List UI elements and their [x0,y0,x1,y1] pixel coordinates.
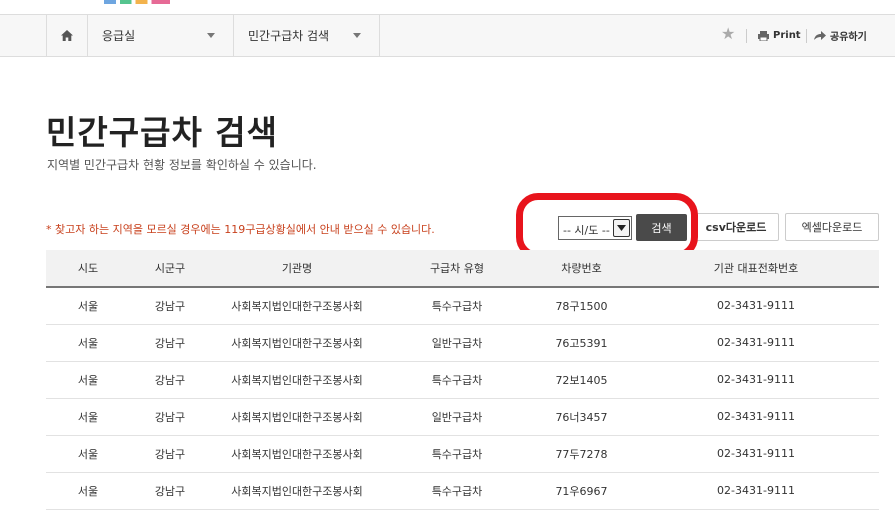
cell-district: 강남구 [154,299,186,313]
location-navbar: 응급실 민간구급차 검색 ★ Print 공유하기 [0,14,895,57]
cell-ambulance-type: 특수구급차 [431,447,483,461]
search-notice: * 찾고자 하는 지역을 모르실 경우에는 119구급상황실에서 안내 받으실 … [46,223,435,236]
chevron-down-icon [353,33,361,38]
ambulance-table: 시도 시군구 기관명 구급차 유형 차량번호 기관 대표전화번호 서울 강남구 … [46,250,879,510]
excel-download-button[interactable]: 엑셀다운로드 [785,213,879,241]
table-row: 서울 강남구 사회복지법인대한구조봉사회 특수구급차 77두7278 02-34… [46,435,879,472]
cell-phone: 02-3431-9111 [717,373,795,386]
logo-fragment [104,0,170,4]
cell-province: 서울 [77,410,99,424]
cell-district: 강남구 [154,373,186,387]
cell-ambulance-type: 특수구급차 [431,373,483,387]
header-province: 시도 [46,250,130,288]
cell-phone: 02-3431-9111 [717,410,795,423]
cell-ambulance-type: 일반구급차 [431,410,483,424]
cell-organization: 사회복지법인대한구조봉사회 [231,336,363,350]
cell-organization: 사회복지법인대한구조봉사회 [231,447,363,461]
table-row: 서울 강남구 사회복지법인대한구조봉사회 일반구급차 76너3457 02-34… [46,398,879,435]
cell-province: 서울 [77,336,99,350]
page-title: 민간구급차 검색 [46,113,279,152]
cell-province: 서울 [77,447,99,461]
cell-phone: 02-3431-9111 [717,336,795,349]
print-button[interactable]: Print [758,15,801,56]
cell-ambulance-type: 특수구급차 [431,299,483,313]
cell-province: 서울 [77,484,99,498]
page-description: 지역별 민간구급차 현황 정보를 확인하실 수 있습니다. [47,158,317,172]
table-row: 서울 강남구 사회복지법인대한구조봉사회 특수구급차 72보1405 02-34… [46,361,879,398]
cell-district: 강남구 [154,410,186,424]
table-row: 서울 강남구 사회복지법인대한구조봉사회 특수구급차 78구1500 02-34… [46,287,879,324]
cell-phone: 02-3431-9111 [717,447,795,460]
cell-district: 강남구 [154,336,186,350]
nav-dropdown-category-label: 응급실 [102,29,136,43]
cell-vehicle-number: 76고5391 [555,336,608,350]
cell-vehicle-number: 77두7278 [555,447,608,461]
nav-dropdown-page[interactable]: 민간구급차 검색 [234,15,380,56]
cell-vehicle-number: 71우6967 [555,484,608,498]
divider [806,29,807,43]
printer-icon [758,30,769,41]
cell-vehicle-number: 72보1405 [555,373,608,387]
cell-phone: 02-3431-9111 [717,484,795,497]
table-header-row: 시도 시군구 기관명 구급차 유형 차량번호 기관 대표전화번호 [46,250,879,288]
header-district: 시군구 [130,250,210,288]
header-vehicle-number: 차량번호 [530,250,633,288]
cell-vehicle-number: 78구1500 [555,299,608,313]
nav-dropdown-page-label: 민간구급차 검색 [248,29,330,43]
csv-download-button[interactable]: csv다운로드 [693,213,779,241]
print-label: Print [773,30,801,41]
cell-district: 강남구 [154,447,186,461]
cell-organization: 사회복지법인대한구조봉사회 [231,373,363,387]
cell-vehicle-number: 76너3457 [555,410,608,424]
home-icon [61,30,73,41]
star-icon[interactable]: ★ [721,26,737,42]
divider [746,29,747,43]
share-label: 공유하기 [830,32,867,43]
home-button[interactable] [46,15,88,56]
nav-dropdown-category[interactable]: 응급실 [88,15,234,56]
cell-organization: 사회복지법인대한구조봉사회 [231,484,363,498]
cell-ambulance-type: 특수구급차 [431,484,483,498]
share-arrow-icon [814,31,826,40]
top-strip [0,0,895,14]
cell-district: 강남구 [154,484,186,498]
table-row: 서울 강남구 사회복지법인대한구조봉사회 특수구급차 71우6967 02-34… [46,472,879,509]
cell-phone: 02-3431-9111 [717,299,795,313]
cell-province: 서울 [77,373,99,387]
header-organization: 기관명 [210,250,384,288]
cell-ambulance-type: 일반구급차 [431,336,483,350]
cell-organization: 사회복지법인대한구조봉사회 [231,410,363,424]
cell-organization: 사회복지법인대한구조봉사회 [231,299,363,313]
table-row: 서울 강남구 사회복지법인대한구조봉사회 일반구급차 76고5391 02-34… [46,324,879,361]
share-button[interactable]: 공유하기 [814,15,867,56]
cell-province: 서울 [77,299,99,313]
header-ambulance-type: 구급차 유형 [384,250,530,288]
chevron-down-icon [207,33,215,38]
header-phone: 기관 대표전화번호 [633,250,879,288]
